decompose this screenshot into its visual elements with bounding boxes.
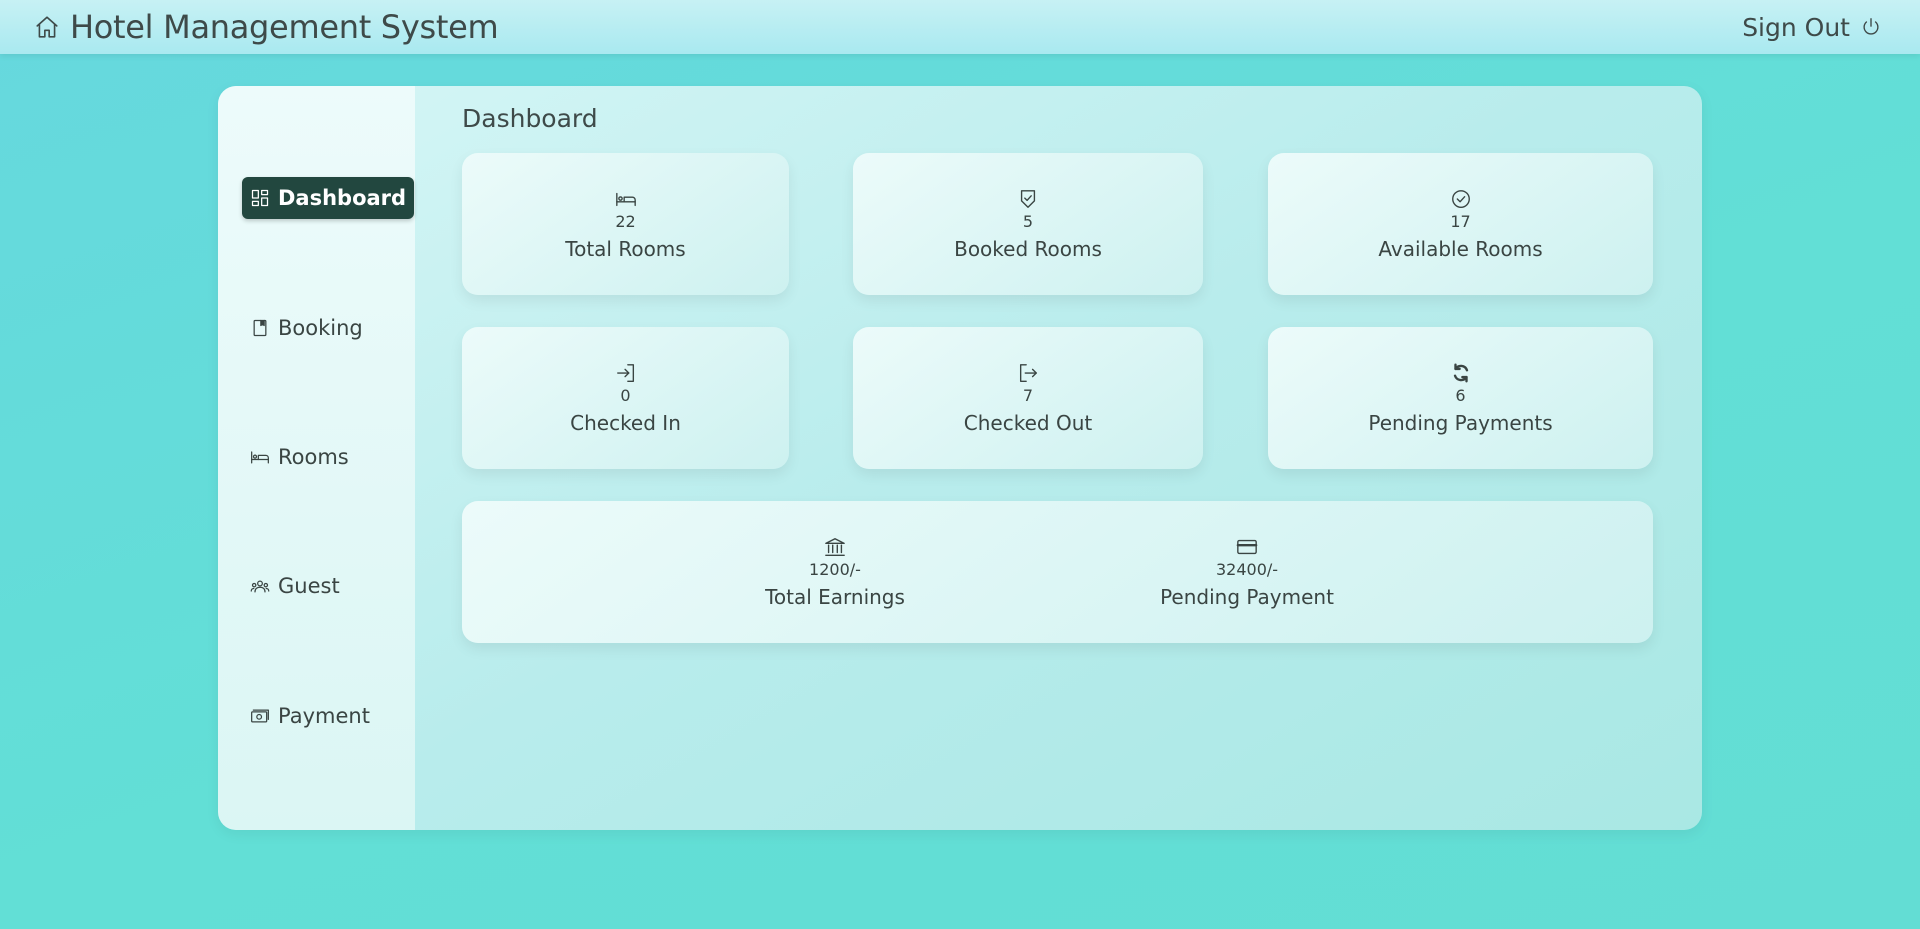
earnings-summary-card: 1200/- Total Earnings 32400/- Pending Pa… bbox=[462, 501, 1653, 643]
sidebar-item-payment[interactable]: Payment bbox=[242, 695, 378, 737]
sidebar-item-label: Rooms bbox=[278, 445, 349, 469]
shield-check-icon bbox=[1017, 188, 1039, 210]
sidebar-item-booking[interactable]: Booking bbox=[242, 307, 371, 349]
stat-card-booked-rooms[interactable]: 5 Booked Rooms bbox=[853, 153, 1203, 295]
stat-label: Booked Rooms bbox=[954, 236, 1102, 261]
stat-value: 17 bbox=[1450, 211, 1471, 231]
stat-label: Pending Payments bbox=[1368, 410, 1553, 435]
people-icon bbox=[250, 576, 270, 596]
stat-value: 6 bbox=[1455, 385, 1466, 405]
brand[interactable]: Hotel Management System bbox=[34, 8, 499, 46]
sidebar-item-label: Booking bbox=[278, 316, 363, 340]
sidebar-item-rooms[interactable]: Rooms bbox=[242, 436, 357, 478]
home-icon bbox=[34, 14, 60, 40]
check-circle-icon bbox=[1450, 188, 1472, 210]
bed-icon bbox=[250, 447, 270, 467]
sign-out-button[interactable]: Sign Out bbox=[1742, 13, 1882, 42]
stat-card-total-rooms[interactable]: 22 Total Rooms bbox=[462, 153, 789, 295]
stat-card-pending-payments[interactable]: 6 Pending Payments bbox=[1268, 327, 1653, 469]
page-title: Dashboard bbox=[462, 104, 598, 133]
stat-label: Checked Out bbox=[963, 410, 1093, 435]
stat-value: 5 bbox=[1022, 211, 1034, 231]
summary-label: Pending Payment bbox=[1160, 584, 1334, 609]
stat-card-checked-out[interactable]: 7 Checked Out bbox=[853, 327, 1203, 469]
summary-label: Total Earnings bbox=[765, 584, 905, 609]
stat-value: 7 bbox=[1022, 385, 1034, 405]
stat-card-available-rooms[interactable]: 17 Available Rooms bbox=[1268, 153, 1653, 295]
sidebar-item-dashboard[interactable]: Dashboard bbox=[242, 177, 415, 219]
stat-card-checked-in[interactable]: 0 Checked In bbox=[462, 327, 789, 469]
stat-label: Available Rooms bbox=[1378, 236, 1543, 261]
sidebar: Dashboard Booking Rooms Guest Payment bbox=[218, 86, 415, 830]
power-icon bbox=[1860, 16, 1882, 38]
main-panel: Dashboard Booking Rooms Guest Payment Da… bbox=[218, 86, 1702, 830]
bank-icon bbox=[824, 536, 846, 558]
summary-value: 32400/- bbox=[1215, 559, 1279, 579]
dashboard-grid-icon bbox=[250, 188, 270, 208]
pending-payment[interactable]: 32400/- Pending Payment bbox=[1127, 501, 1367, 643]
stat-label: Total Rooms bbox=[565, 236, 686, 261]
sidebar-item-label: Payment bbox=[278, 704, 370, 728]
bed-icon bbox=[615, 188, 637, 210]
stat-value: 0 bbox=[620, 385, 631, 405]
top-bar: Hotel Management System Sign Out bbox=[0, 0, 1920, 54]
total-earnings[interactable]: 1200/- Total Earnings bbox=[715, 501, 955, 643]
refresh-icon bbox=[1450, 362, 1472, 384]
sign-out-label: Sign Out bbox=[1742, 12, 1850, 42]
credit-card-icon bbox=[1236, 536, 1258, 558]
sign-out-icon bbox=[1017, 362, 1039, 384]
sign-in-icon bbox=[615, 362, 637, 384]
cash-icon bbox=[250, 706, 270, 726]
stat-value: 22 bbox=[615, 211, 636, 231]
sidebar-item-label: Dashboard bbox=[278, 186, 407, 210]
booking-book-icon bbox=[250, 318, 270, 338]
sidebar-item-label: Guest bbox=[278, 574, 340, 598]
stat-label: Checked In bbox=[570, 410, 681, 435]
sidebar-item-guest[interactable]: Guest bbox=[242, 565, 348, 607]
app-title: Hotel Management System bbox=[70, 8, 499, 46]
summary-value: 1200/- bbox=[809, 559, 861, 579]
